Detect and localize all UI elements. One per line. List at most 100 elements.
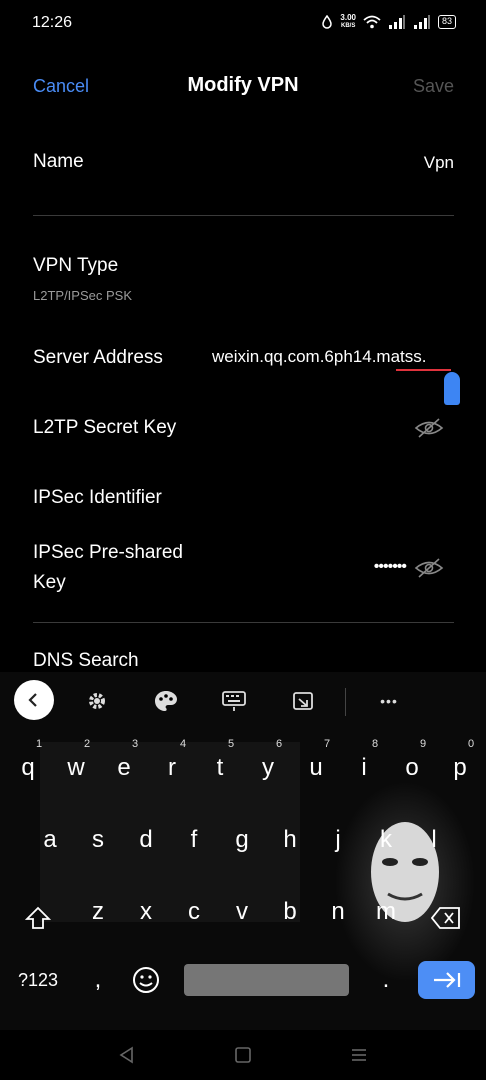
key-22[interactable]: v <box>222 890 262 934</box>
key-11[interactable]: s <box>78 818 118 862</box>
key-8[interactable]: 9o <box>392 738 432 790</box>
key-hint-number: 3 <box>131 738 139 750</box>
status-time: 12:26 <box>32 14 73 31</box>
key-hint-number: 5 <box>227 738 235 750</box>
period-key[interactable]: . <box>366 958 406 1002</box>
emoji-key[interactable] <box>126 958 166 1002</box>
shift-icon <box>24 906 52 929</box>
key-14[interactable]: g <box>222 818 262 862</box>
signal-icon-2 <box>413 15 430 29</box>
divider <box>33 215 454 216</box>
ipsec-psk-label: IPSec Pre-shared <box>33 542 183 563</box>
nav-home-button[interactable] <box>228 1040 258 1070</box>
key-9[interactable]: 0p <box>440 738 480 790</box>
keyboard-back-button[interactable] <box>14 680 54 720</box>
palette-icon <box>155 691 177 711</box>
key-16[interactable]: j <box>318 818 358 862</box>
gear-icon <box>89 693 105 709</box>
vpn-type-label[interactable]: VPN Type <box>33 255 118 277</box>
more-button[interactable]: ••• <box>372 684 406 718</box>
key-hint-number: 4 <box>179 738 187 750</box>
key-15[interactable]: h <box>270 818 310 862</box>
key-12[interactable]: d <box>126 818 166 862</box>
backspace-key[interactable] <box>426 896 466 940</box>
menu-recents-icon <box>352 1049 366 1061</box>
key-4[interactable]: 5t <box>200 738 240 790</box>
key-5[interactable]: 6y <box>248 738 288 790</box>
save-button[interactable]: Save <box>413 76 454 97</box>
key-7[interactable]: 8i <box>344 738 384 790</box>
key-label: y <box>262 754 274 781</box>
theme-button[interactable] <box>149 684 183 718</box>
triangle-back-icon <box>119 1046 133 1064</box>
key-18[interactable]: l <box>414 818 454 862</box>
key-hint-number: 0 <box>467 738 475 750</box>
enter-key[interactable] <box>418 961 475 999</box>
battery-icon: 83 <box>437 15 456 29</box>
net-speed: 3.00 KB/S <box>340 13 356 30</box>
eye-hidden-icon[interactable] <box>414 417 444 439</box>
backspace-icon <box>430 907 460 929</box>
server-address-input[interactable]: weixin.qq.com.6ph14.matss. <box>212 347 456 367</box>
key-label: e <box>117 754 131 781</box>
ipsec-psk-field[interactable]: ••••••• <box>374 558 407 576</box>
key-label: i <box>361 754 367 781</box>
vpn-type-value: L2TP/IPSec PSK <box>33 288 132 303</box>
navigation-bar <box>0 1030 486 1080</box>
key-13[interactable]: f <box>174 818 214 862</box>
key-label: t <box>216 754 224 781</box>
nav-back-button[interactable] <box>112 1040 142 1070</box>
shift-key[interactable] <box>18 896 58 940</box>
ipsec-identifier-label: IPSec Identifier <box>33 487 162 508</box>
key-17[interactable]: k <box>366 818 406 862</box>
clipboard-icon <box>293 692 313 710</box>
key-19[interactable]: z <box>78 890 118 934</box>
name-field[interactable]: Vpn <box>424 153 454 173</box>
emoji-icon <box>133 967 159 993</box>
status-bar: 12:26 3.00 KB/S 83 <box>0 0 486 48</box>
symbols-key[interactable]: ?123 <box>10 958 66 1002</box>
key-3[interactable]: 4r <box>152 738 192 790</box>
key-label: o <box>405 754 419 781</box>
keyboard-icon <box>222 691 246 711</box>
key-2[interactable]: 3e <box>104 738 144 790</box>
signal-icon <box>388 15 405 29</box>
key-hint-number: 2 <box>83 738 91 750</box>
key-24[interactable]: n <box>318 890 358 934</box>
key-hint-number: 7 <box>323 738 331 750</box>
wifi-icon <box>363 15 381 29</box>
comma-key[interactable]: , <box>78 958 118 1002</box>
chevron-left-icon <box>28 693 37 707</box>
key-10[interactable]: a <box>30 818 70 862</box>
name-label: Name <box>33 151 84 172</box>
key-23[interactable]: b <box>270 890 310 934</box>
header: Cancel Modify VPN Save <box>0 60 486 112</box>
eye-hidden-icon[interactable] <box>414 557 444 579</box>
nav-recents-button[interactable] <box>344 1040 374 1070</box>
key-6[interactable]: 7u <box>296 738 336 790</box>
clipboard-button[interactable] <box>286 684 320 718</box>
keyboard-layout-button[interactable] <box>217 684 251 718</box>
spellcheck-underline <box>396 369 451 371</box>
key-hint-number: 6 <box>275 738 283 750</box>
alarm-drop-icon <box>322 15 333 29</box>
square-home-icon <box>235 1047 251 1063</box>
space-key[interactable] <box>184 964 349 996</box>
key-25[interactable]: m <box>366 890 406 934</box>
key-label: u <box>309 754 323 781</box>
key-20[interactable]: x <box>126 890 166 934</box>
key-0[interactable]: 1q <box>8 738 48 790</box>
key-label: w <box>67 754 85 781</box>
key-hint-number: 9 <box>419 738 427 750</box>
settings-button[interactable] <box>80 684 114 718</box>
l2tp-secret-label: L2TP Secret Key <box>33 417 177 438</box>
tab-next-icon <box>433 972 460 988</box>
key-1[interactable]: 2w <box>56 738 96 790</box>
key-hint-number: 1 <box>35 738 43 750</box>
ipsec-psk-label-2: Key <box>33 572 66 593</box>
dns-search-label: DNS Search <box>33 650 139 671</box>
keyboard-toolbar: ••• <box>0 672 486 728</box>
key-label: p <box>453 754 467 781</box>
key-21[interactable]: c <box>174 890 214 934</box>
text-cursor-handle[interactable] <box>444 372 460 405</box>
